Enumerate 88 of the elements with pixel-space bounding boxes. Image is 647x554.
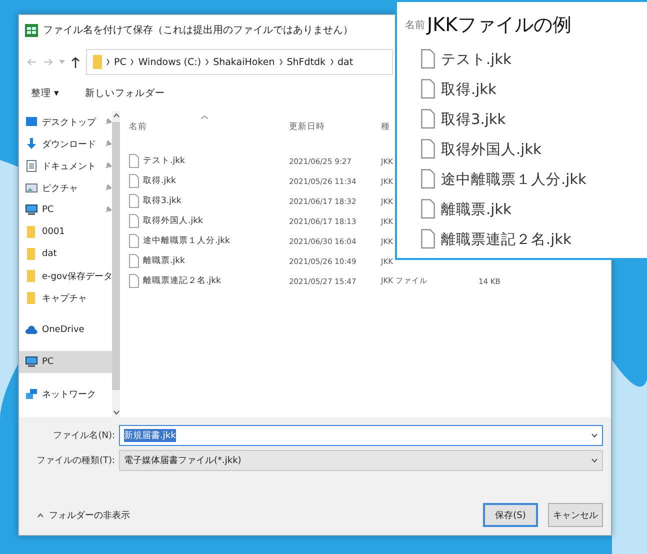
chevron-icon <box>330 59 334 65</box>
file-icon <box>129 174 139 188</box>
file-name[interactable]: 取得.jkk <box>129 174 289 188</box>
file-name: テスト.jkk <box>441 50 512 68</box>
sidebar-item[interactable]: キャプチャ <box>19 287 112 309</box>
caret-icon[interactable] <box>37 512 44 518</box>
sort-caret-icon <box>201 115 208 119</box>
breadcrumb[interactable]: PC <box>114 56 126 68</box>
organize-menu[interactable]: 整理 ▾ <box>29 84 61 102</box>
file-icon <box>421 169 435 189</box>
scrollbar[interactable] <box>112 111 120 417</box>
folder-icon <box>25 226 38 238</box>
file-icon <box>421 49 435 69</box>
field-label: ファイルの種類(T): <box>35 454 115 467</box>
cloud-icon <box>25 324 38 336</box>
file-icon <box>129 234 139 248</box>
chevron-icon <box>278 59 283 65</box>
desktop-icon <box>25 116 38 128</box>
file-icon <box>129 154 139 168</box>
computer-icon <box>25 356 38 368</box>
folder-icon <box>25 292 38 304</box>
sidebar-item[interactable]: PC <box>19 199 112 221</box>
file-name: 取得3.jkk <box>441 110 506 128</box>
scroll-down-icon[interactable] <box>112 410 120 415</box>
file-icon <box>421 199 435 219</box>
column-header[interactable]: 種 <box>381 121 390 133</box>
scroll-up-icon[interactable] <box>112 113 120 118</box>
file-icon <box>421 139 435 159</box>
sidebar-item[interactable]: ネットワーク <box>19 383 112 405</box>
address-bar[interactable]: PC Windows (C:) ShakaiHoken ShFdtdk dat <box>86 49 393 75</box>
column-header: 名前 <box>405 19 425 32</box>
file-name: 取得外国人.jkk <box>441 140 542 158</box>
cancel-button[interactable]: キャンセル <box>548 503 603 527</box>
sidebar-item[interactable]: dat <box>19 243 112 265</box>
file-icon <box>129 274 139 288</box>
file-icon <box>129 194 139 208</box>
chevron-icon <box>205 59 210 65</box>
file-icon <box>129 254 139 268</box>
save-button[interactable]: 保存(S) <box>483 503 538 527</box>
sidebar-item[interactable]: PC <box>19 351 112 373</box>
sidebar-item[interactable]: e-gov保存データ <box>19 265 112 287</box>
hide-folders-button[interactable]: フォルダーの非表示 <box>31 508 136 522</box>
folder-icon <box>25 248 38 260</box>
filename-field[interactable]: 新規届書.jkk <box>119 425 603 446</box>
app-icon <box>25 24 38 36</box>
file-name[interactable]: 離職票連記２名.jkk <box>129 274 289 288</box>
sidebar-item[interactable]: ドキュメント <box>19 155 112 177</box>
field-label: ファイル名(N): <box>52 430 115 442</box>
file-name[interactable]: テスト.jkk <box>129 154 289 168</box>
chevron-icon <box>106 59 110 65</box>
folder-icon <box>93 55 102 69</box>
column-header[interactable]: 名前 <box>129 121 289 133</box>
breadcrumb[interactable]: ShFdtdk <box>286 56 326 68</box>
file-name: 途中離職票１人分.jkk <box>441 170 586 188</box>
sidebar-item[interactable]: デスクトップ <box>19 111 112 133</box>
file-icon <box>421 109 435 129</box>
file-name[interactable]: 取得外国人.jkk <box>129 214 289 228</box>
file-icon <box>129 214 139 228</box>
filetype-dropdown[interactable]: 電子媒体届書ファイル(*.jkk) <box>119 450 603 471</box>
up-arrow-icon[interactable] <box>71 56 80 68</box>
breadcrumb[interactable]: Windows (C:) <box>138 56 202 68</box>
new-folder-button[interactable]: 新しいフォルダー <box>82 84 167 102</box>
file-name[interactable]: 離職票.jkk <box>129 254 289 268</box>
breadcrumb[interactable]: dat <box>338 56 354 68</box>
document-icon <box>25 160 38 172</box>
callout-title: JKKファイルの例 <box>427 13 572 38</box>
file-name[interactable]: 取得3.jkk <box>129 194 289 208</box>
file-icon <box>421 229 435 249</box>
file-icon <box>421 79 435 99</box>
file-name[interactable]: 途中離職票１人分.jkk <box>129 234 289 248</box>
sidebar-item[interactable]: ダウンロード <box>19 133 112 155</box>
sidebar-item[interactable]: ピクチャ <box>19 177 112 199</box>
dropdown-caret-icon[interactable] <box>591 458 598 463</box>
computer-icon <box>25 204 38 216</box>
window-title: ファイル名を付けて保存（これは提出用のファイルではありません） <box>43 24 353 37</box>
file-name: 離職票連記２名.jkk <box>441 230 572 248</box>
sidebar-item[interactable]: OneDrive <box>19 319 112 341</box>
breadcrumb[interactable]: ShakaiHoken <box>213 56 275 68</box>
column-header[interactable]: 更新日時 <box>289 121 381 133</box>
picture-icon <box>25 182 38 194</box>
sidebar-item[interactable]: 0001 <box>19 221 112 243</box>
network-icon <box>25 388 38 400</box>
chevron-icon <box>130 59 134 65</box>
folder-icon <box>25 270 38 282</box>
file-name: 離職票.jkk <box>441 200 512 218</box>
file-name: 取得.jkk <box>441 80 496 98</box>
download-icon <box>25 138 38 150</box>
dropdown-caret-icon[interactable] <box>591 433 598 438</box>
